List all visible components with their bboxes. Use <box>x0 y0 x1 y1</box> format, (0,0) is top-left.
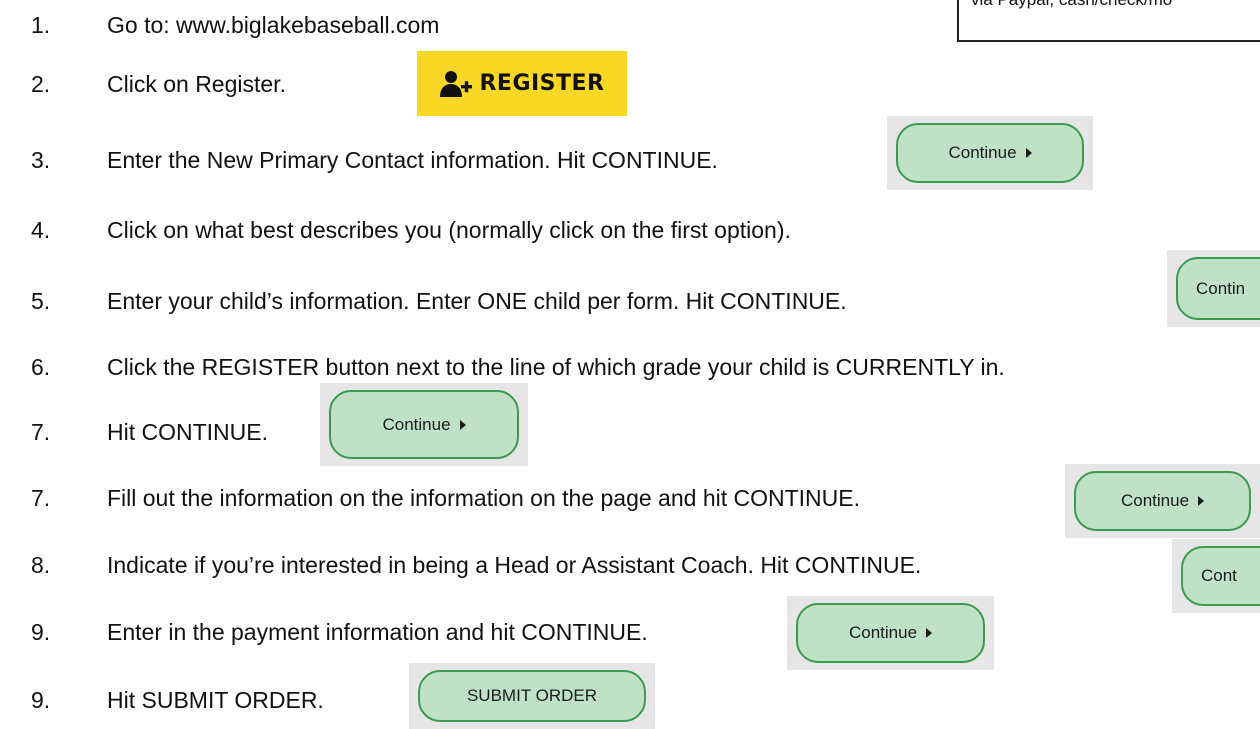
continue-button-tile: Continue <box>887 116 1093 190</box>
step-text: Click the REGISTER button next to the li… <box>107 354 1005 380</box>
step-number: 9. <box>31 687 51 713</box>
step-text: Indicate if you’re interested in being a… <box>107 552 922 578</box>
register-label: REGISTER <box>479 71 605 96</box>
continue-label: Continue <box>1120 491 1190 510</box>
step-text: Fill out the information on the informat… <box>107 485 861 511</box>
step-4: 4. Click on what best describes you (nor… <box>0 210 1100 250</box>
continue-label: Continue <box>848 623 918 642</box>
step-1: 1. Go to: www.biglakebaseball.com <box>0 5 900 45</box>
continue-button-tile: Continue <box>1065 464 1260 538</box>
step-number: 2. <box>31 71 51 97</box>
step-5: 5. Enter your child’s information. Enter… <box>0 281 1100 321</box>
step-number: 3. <box>31 147 51 173</box>
step-text: Hit SUBMIT ORDER. <box>107 687 324 713</box>
continue-button-tile: Continue <box>787 596 994 670</box>
step-number: 6. <box>31 354 51 380</box>
continue-button[interactable]: Continue <box>1074 471 1251 531</box>
step-8: 8. Indicate if you’re interested in bein… <box>0 545 1160 585</box>
continue-label: Continue <box>948 143 1017 162</box>
step-text: Go to: www.biglakebaseball.com <box>107 12 440 38</box>
step-text: Enter your child’s information. Enter ON… <box>107 288 847 314</box>
step-7: 7. Hit CONTINUE. <box>0 412 320 452</box>
step-3: 3. Enter the New Primary Contact informa… <box>0 140 880 180</box>
step-number: 9. <box>31 619 51 645</box>
step-9: 9. Enter in the payment information and … <box>0 612 800 652</box>
add-user-icon <box>439 70 473 98</box>
play-arrow-icon <box>926 628 933 638</box>
step-number: 7. <box>31 485 51 511</box>
step-2: 2. Click on Register. <box>0 64 400 104</box>
step-text: Enter the New Primary Contact informatio… <box>107 147 718 173</box>
step-number: 5. <box>31 288 51 314</box>
continue-button[interactable]: Continue <box>896 123 1084 183</box>
step-text: Click on what best describes you (normal… <box>107 217 791 243</box>
play-arrow-icon <box>459 419 466 430</box>
continue-button[interactable]: Continue <box>329 390 519 459</box>
continue-button[interactable]: Continue <box>796 603 985 663</box>
step-text: Hit CONTINUE. <box>107 419 268 445</box>
continue-label: Continue <box>382 414 451 434</box>
continue-button-tile-partial: Contin <box>1167 250 1260 327</box>
step-text: Click on Register. <box>107 71 286 97</box>
submit-label: SUBMIT ORDER <box>466 686 598 705</box>
step-7b: 7. Fill out the information on the infor… <box>0 478 1070 518</box>
step-number: 4. <box>31 217 51 243</box>
play-arrow-icon <box>1198 496 1205 506</box>
continue-button-tile-partial: Cont <box>1172 539 1260 613</box>
continue-button[interactable]: Contin <box>1176 257 1260 320</box>
step-9b: 9. Hit SUBMIT ORDER. <box>0 680 420 720</box>
step-text: Enter in the payment information and hit… <box>107 619 648 645</box>
continue-label: Contin <box>1196 278 1246 298</box>
step-number: 1. <box>31 12 51 38</box>
submit-button-tile: SUBMIT ORDER <box>409 663 655 729</box>
continue-label: Cont <box>1201 566 1237 585</box>
continue-button-tile: Continue <box>320 383 528 466</box>
submit-order-button[interactable]: SUBMIT ORDER <box>418 670 646 722</box>
note-box: via Paypal, cash/check/mo <box>957 0 1260 42</box>
continue-button[interactable]: Cont <box>1181 546 1260 606</box>
step-6: 6. Click the REGISTER button next to the… <box>0 347 1250 387</box>
step-number: 8. <box>31 552 51 578</box>
play-arrow-icon <box>1025 148 1032 158</box>
note-text: via Paypal, cash/check/mo <box>971 0 1172 10</box>
step-number: 7. <box>31 419 51 445</box>
register-button[interactable]: REGISTER <box>417 51 627 116</box>
